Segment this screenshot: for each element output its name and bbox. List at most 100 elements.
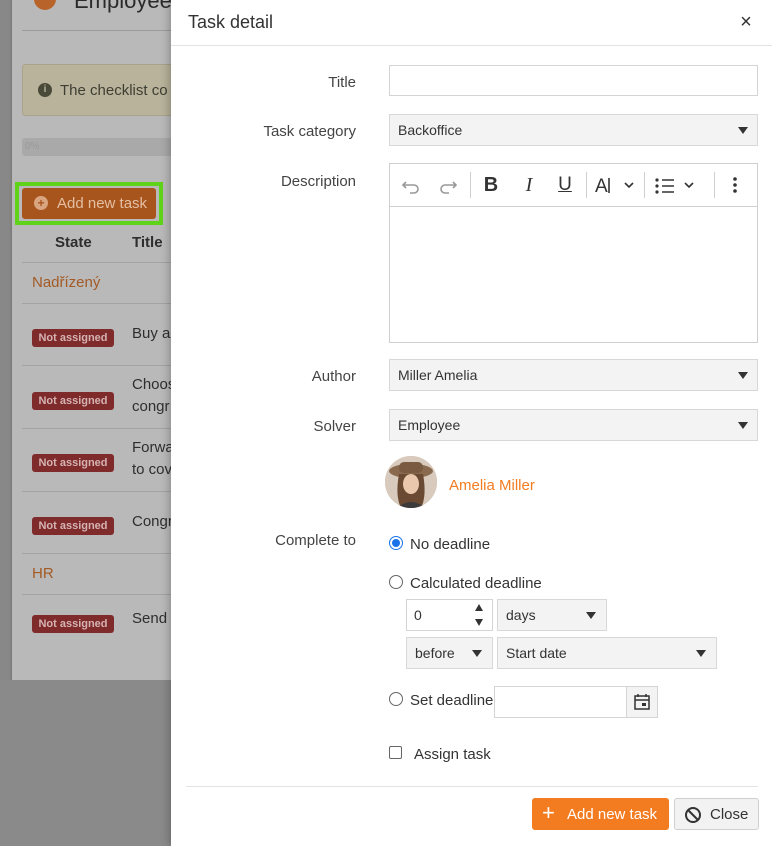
panel-header: Task detail ×: [171, 0, 772, 46]
caret-down-icon: [472, 650, 482, 657]
column-header-state[interactable]: State: [55, 234, 92, 251]
title-label: Title: [328, 74, 356, 91]
table-row-title[interactable]: Congr: [132, 511, 173, 533]
solver-label: Solver: [313, 418, 356, 435]
table-row-title-line2[interactable]: to cov: [132, 459, 172, 481]
editor-toolbar: B I U A: [390, 164, 757, 207]
plus-circle-icon: +: [34, 196, 48, 210]
group-row-nadrizeny: Nadřízený: [32, 274, 101, 291]
caret-down-icon: [738, 372, 748, 379]
author-select[interactable]: Miller Amelia: [389, 359, 758, 391]
set-deadline-date-input[interactable]: [494, 686, 627, 718]
calendar-button[interactable]: [626, 686, 658, 718]
deadline-relation-value: before: [415, 645, 455, 661]
description-editor: B I U A: [389, 163, 758, 343]
group-row-hr: HR: [32, 565, 54, 582]
solver-value: Employee: [398, 417, 461, 433]
solver-select[interactable]: Employee: [389, 409, 758, 441]
list-icon[interactable]: [652, 170, 698, 200]
status-badge: Not assigned: [32, 517, 114, 535]
plus-icon: +: [542, 800, 555, 825]
toolbar-divider: [714, 172, 715, 198]
deadline-unit-select[interactable]: days: [497, 599, 607, 631]
status-badge: Not assigned: [32, 329, 114, 347]
more-icon[interactable]: [724, 170, 746, 200]
page-title: Employee: [74, 0, 172, 13]
table-row-title-line2[interactable]: congr: [132, 396, 170, 418]
task-category-label: Task category: [263, 123, 356, 140]
complete-to-label: Complete to: [275, 532, 356, 549]
column-header-title[interactable]: Title: [132, 234, 163, 251]
add-new-task-label-bg: Add new task: [57, 195, 148, 212]
deadline-reference-value: Start date: [506, 645, 567, 661]
undo-icon[interactable]: [398, 170, 424, 200]
page-background: [0, 680, 172, 846]
table-row-title[interactable]: Choos: [132, 374, 175, 396]
status-badge: Not assigned: [32, 454, 114, 472]
status-badge: Not assigned: [32, 392, 114, 410]
task-detail-panel: Task detail × Title Task category Backof…: [171, 0, 772, 846]
stepper-up-icon[interactable]: [475, 604, 483, 611]
task-category-select[interactable]: Backoffice: [389, 114, 758, 146]
title-divider: [22, 30, 182, 31]
description-label: Description: [280, 173, 356, 190]
set-deadline-label[interactable]: Set deadline: [410, 692, 493, 709]
row-divider: [22, 303, 182, 304]
row-divider: [22, 365, 182, 366]
notice-text: The checklist co: [60, 82, 168, 99]
caret-down-icon: [586, 612, 596, 619]
calculated-deadline-radio[interactable]: [389, 575, 403, 589]
progress-text: 0%: [25, 141, 40, 152]
table-row-title[interactable]: Forwa: [132, 437, 174, 459]
svg-text:A: A: [595, 176, 608, 197]
assign-task-label[interactable]: Assign task: [414, 746, 491, 763]
table-row-title[interactable]: Send: [132, 608, 167, 630]
toolbar-divider: [644, 172, 645, 198]
panel-title: Task detail: [188, 12, 274, 32]
author-label: Author: [311, 368, 356, 385]
bold-icon[interactable]: B: [478, 170, 504, 200]
underline-icon[interactable]: U: [552, 170, 578, 200]
toolbar-divider: [586, 172, 587, 198]
ban-icon: [685, 807, 701, 823]
stepper-down-icon[interactable]: [475, 619, 483, 626]
progress-bar: [22, 138, 182, 156]
solver-person-name[interactable]: Amelia Miller: [449, 477, 535, 494]
footer-divider: [186, 786, 758, 787]
caret-down-icon: [738, 127, 748, 134]
row-divider: [22, 428, 182, 429]
row-divider: [22, 491, 182, 492]
row-divider: [22, 594, 182, 595]
no-deadline-radio[interactable]: [389, 536, 403, 550]
calendar-icon: [634, 694, 650, 710]
caret-down-icon: [738, 422, 748, 429]
author-value: Miller Amelia: [398, 367, 478, 383]
title-input[interactable]: [389, 65, 758, 96]
redo-icon[interactable]: [435, 170, 461, 200]
status-badge: Not assigned: [32, 615, 114, 633]
row-divider: [22, 262, 182, 263]
toolbar-divider: [470, 172, 471, 198]
calculated-deadline-label[interactable]: Calculated deadline: [410, 575, 542, 592]
editor-content-area[interactable]: [390, 208, 757, 342]
deadline-amount-value: 0: [414, 607, 422, 623]
italic-icon[interactable]: I: [516, 170, 542, 200]
deadline-unit-value: days: [506, 607, 536, 623]
close-icon[interactable]: ×: [734, 10, 758, 34]
caret-down-icon: [696, 650, 706, 657]
row-divider: [22, 553, 182, 554]
table-row-title[interactable]: Buy a: [132, 323, 170, 345]
info-icon: i: [38, 83, 52, 97]
set-deadline-radio[interactable]: [389, 692, 403, 706]
avatar: [385, 456, 437, 508]
no-deadline-label[interactable]: No deadline: [410, 536, 490, 553]
close-button[interactable]: Close: [674, 798, 759, 830]
assign-task-checkbox[interactable]: [389, 746, 402, 759]
add-new-task-label: Add new task: [567, 806, 658, 823]
add-new-task-button[interactable]: + Add new task: [532, 798, 669, 830]
deadline-relation-select[interactable]: before: [406, 637, 493, 669]
text-size-icon[interactable]: A: [593, 170, 637, 200]
deadline-amount-stepper[interactable]: 0: [406, 599, 493, 631]
deadline-reference-select[interactable]: Start date: [497, 637, 717, 669]
close-label: Close: [710, 806, 749, 823]
